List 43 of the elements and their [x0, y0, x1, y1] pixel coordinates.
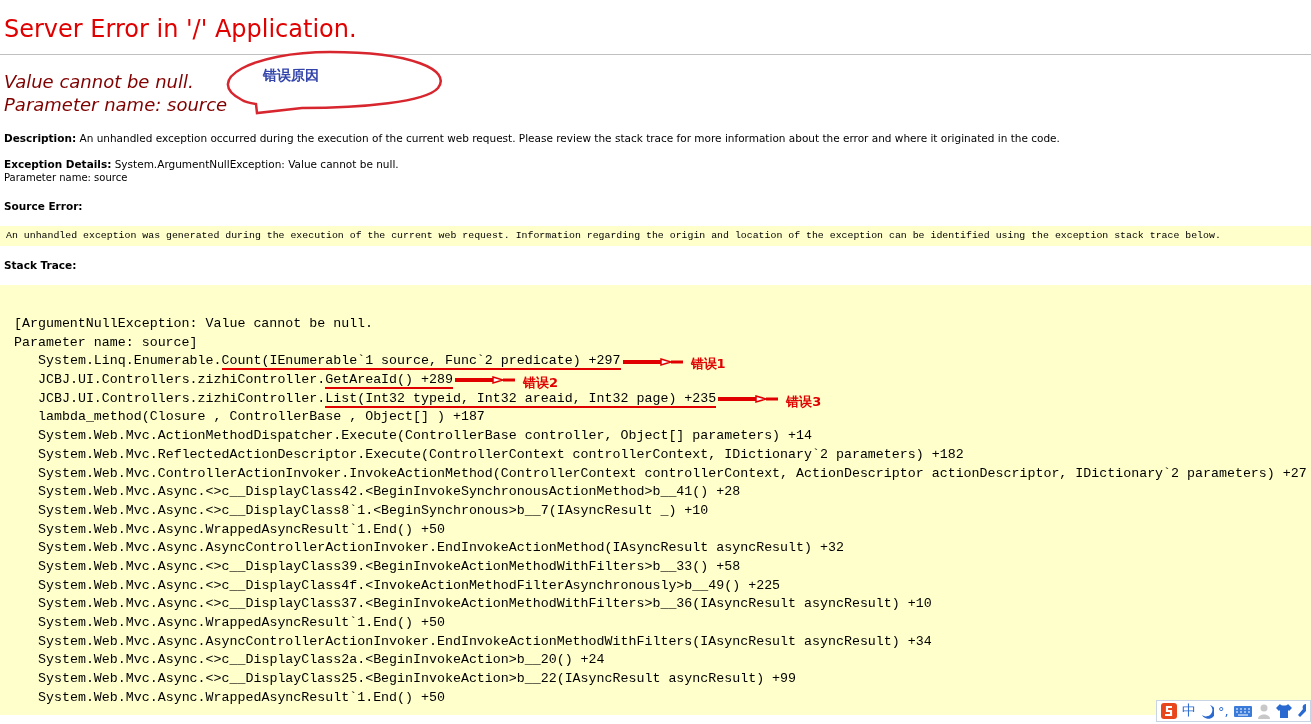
annotation-label: 错误2	[522, 373, 558, 392]
stack-trace-line: System.Web.Mvc.ReflectedActionDescriptor.Execute(ControllerContext controllerContext, IDictionary`2 parameters) +182	[37, 445, 964, 464]
person-icon	[1256, 703, 1271, 719]
section-heading: Stack Trace:	[4, 259, 78, 271]
arrow-icon	[452, 375, 517, 386]
stack-trace-line: Parameter name: source]	[14, 333, 198, 352]
annotation-label: 错误3	[786, 392, 822, 411]
stack-trace-line: JCBJ.UI.Controllers.zizhiController.List(Int32 typeid, Int32 areaid, Int32 page) +235	[37, 389, 717, 409]
stack-trace-line: System.Web.Mvc.ActionMethodDispatcher.Execute(ControllerBase controller, Object[] parameters) +14	[37, 427, 812, 446]
annotation-label: 错误1	[690, 355, 726, 374]
arrow-icon	[620, 356, 685, 367]
stack-trace-line: System.Web.Mvc.ControllerActionInvoker.InvokeActionMethod(ControllerContext controllerContext, ActionDescriptor actionDescriptor, IDictionary`2 parameters) +27	[37, 464, 1307, 483]
arrow-icon	[716, 394, 781, 405]
stack-trace-line: System.Web.Mvc.Async.AsyncControllerActionInvoker.EndInvokeActionMethodWithFilters(IAsyncResult asyncResult) +34	[37, 632, 932, 651]
stack-trace-line: System.Web.Mvc.Async.WrappedAsyncResult`1.End() +50	[37, 520, 445, 539]
stack-trace-line: System.Web.Mvc.Async.WrappedAsyncResult`1.End() +50	[37, 688, 445, 707]
stack-trace-line: System.Web.Mvc.Async.<>c__DisplayClass39.<BeginInvokeActionMethodWithFilters>b__33() +58	[37, 557, 741, 576]
callout-text: 错误原因	[263, 67, 319, 85]
exception-parameter-text: Parameter name: source	[4, 171, 129, 185]
stack-trace-line: System.Web.Mvc.Async.<>c__DisplayClass2a.<BeginInvokeAction>b__20() +24	[37, 651, 605, 670]
description-text: Description: An unhandled exception occurred during the execution of the current web request. Please review the stack trace for more information about the error and where it originated in the code.	[4, 131, 1061, 145]
error-message: Value cannot be null.	[4, 70, 194, 93]
stack-trace-line: System.Web.Mvc.Async.<>c__DisplayClass4f.<InvokeActionMethodFilterAsynchronously>b__49() +225	[37, 576, 781, 595]
stack-trace-line: System.Web.Mvc.Async.WrappedAsyncResult`1.End() +50	[37, 614, 445, 632]
stack-trace-line: JCBJ.UI.Controllers.zizhiController.GetAreaId() +289	[37, 371, 453, 390]
stack-trace-line: System.Linq.Enumerable.Count(IEnumerable`1 source, Func`2 predicate) +297	[37, 352, 621, 372]
stack-trace-line: System.Web.Mvc.Async.<>c__DisplayClass25.<BeginInvokeAction>b__22(IAsyncResult asyncResult) +99	[37, 670, 797, 689]
stack-trace-line: System.Web.Mvc.Async.<>c__DisplayClass37.<BeginInvokeActionMethodWithFilters>b__36(IAsyncResult asyncResult) +10	[37, 595, 932, 614]
moon-icon	[1200, 703, 1214, 719]
keyboard-icon	[1232, 704, 1253, 718]
stack-trace-line: System.Web.Mvc.Async.AsyncControllerActionInvoker.EndInvokeActionMethod(IAsyncResult asyncResult) +32	[37, 539, 844, 558]
stack-trace-line: lambda_method(Closure , ControllerBase , Object[] ) +187	[37, 408, 485, 427]
shirt-icon	[1274, 703, 1293, 719]
input-mode-label[interactable]: 中	[1182, 702, 1196, 720]
page-title: Server Error in '/' Application.	[4, 14, 358, 44]
punctuation-label[interactable]: °,	[1218, 703, 1229, 719]
stack-trace-line: System.Web.Mvc.Async.<>c__DisplayClass8`1.<BeginSynchronous>b__7(IAsyncResult _) +10	[37, 501, 709, 520]
exception-details-text: Exception Details: System.ArgumentNullException: Value cannot be null.	[4, 157, 400, 171]
section-heading: Source Error:	[4, 200, 84, 212]
stack-trace-line: System.Web.Mvc.Async.<>c__DisplayClass42.<BeginInvokeSynchronousActionMethod>b__41() +28	[37, 483, 741, 502]
error-message: Parameter name: source	[4, 93, 228, 116]
stack-trace-line: [ArgumentNullException: Value cannot be null.	[14, 315, 374, 333]
source-error-message: An unhandled exception was generated during the execution of the current web request. Information regarding the origin and location of the exception can be identified using the exception stack trace below.	[6, 230, 1221, 241]
